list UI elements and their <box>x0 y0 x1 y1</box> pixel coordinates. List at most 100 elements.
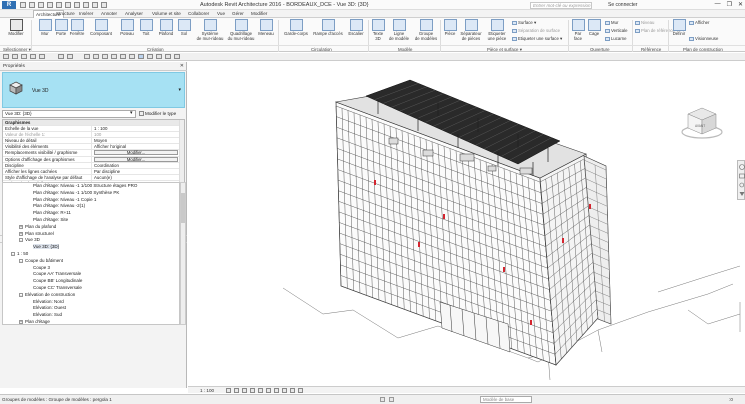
copy-icon[interactable] <box>120 54 126 59</box>
orbit-icon[interactable] <box>739 192 745 196</box>
property-value[interactable]: Par discipline <box>91 168 184 175</box>
instance-filter-select[interactable]: Vue 3D: {3D} <box>2 110 136 118</box>
select-by-face-icon[interactable] <box>30 54 36 59</box>
thin-lines-icon[interactable] <box>101 2 107 8</box>
edit-type-button[interactable]: Modifier le type <box>139 110 185 118</box>
minimize-button[interactable]: — <box>715 1 721 8</box>
tab-modifier[interactable]: Modifier <box>251 11 267 16</box>
3d-view-icon[interactable] <box>83 2 89 8</box>
property-value[interactable]: 100 <box>91 132 184 139</box>
chevron-down-icon[interactable]: ▾ <box>178 87 181 93</box>
shaft-button[interactable]: Cage <box>587 19 601 37</box>
expand-icon[interactable]: + <box>19 231 23 236</box>
stair-button[interactable]: Escalier <box>345 19 367 37</box>
properties-close-button[interactable]: ✕ <box>180 63 184 69</box>
select-links-icon[interactable] <box>3 54 9 59</box>
offset-icon[interactable] <box>93 54 99 59</box>
tab-inserer[interactable]: Insérer <box>79 11 93 16</box>
level-button[interactable]: Niveau <box>635 20 654 25</box>
sign-in-link[interactable]: Se connecter <box>608 2 637 8</box>
visual-style-icon[interactable] <box>234 388 239 393</box>
wall-opening-button[interactable]: Mur <box>605 20 618 25</box>
property-value[interactable]: Aucun(e) <box>91 174 184 181</box>
modify-button[interactable]: Modifier <box>5 19 27 37</box>
sun-path-icon[interactable] <box>242 388 247 393</box>
curtain-grid-button[interactable]: Quadrillage du mur-rideau <box>226 19 256 41</box>
viewer-button[interactable]: Visionneuse <box>689 36 718 41</box>
rotate-icon[interactable] <box>129 54 135 59</box>
collapse-icon[interactable]: - <box>19 292 23 297</box>
property-value[interactable]: 1 : 100 <box>91 126 184 133</box>
section-icon[interactable] <box>92 2 98 8</box>
window-button[interactable]: Fenêtre <box>68 19 86 37</box>
tab-volume-et-site[interactable]: Volume et site <box>152 11 181 16</box>
zoom-icon[interactable] <box>739 182 745 188</box>
reveal-hidden-icon[interactable] <box>298 388 303 393</box>
tab-gerer[interactable]: Gérer <box>232 11 244 16</box>
column-button[interactable]: Poteau <box>118 19 136 37</box>
lock-view-icon[interactable] <box>282 388 287 393</box>
selection-filter-count[interactable]: :0 <box>729 397 733 402</box>
search-input[interactable]: Entrer mot-clé ou expression <box>530 2 592 9</box>
tag-area-button[interactable]: Etiqueter une surface ▾ <box>512 36 562 42</box>
restore-button[interactable]: ❐ <box>727 1 732 8</box>
array-icon[interactable] <box>156 54 162 59</box>
align-icon[interactable] <box>84 54 90 59</box>
view-cube[interactable]: AVANT <box>680 106 724 140</box>
door-button[interactable]: Porte <box>53 19 69 37</box>
measure-icon[interactable] <box>65 2 71 8</box>
property-edit-button[interactable]: Modifier... <box>94 156 178 162</box>
area-button[interactable]: Surface ▾ <box>512 20 536 26</box>
crop-view-icon[interactable] <box>266 388 271 393</box>
revit-app-icon[interactable]: R <box>2 1 16 9</box>
view-scale[interactable]: 1 : 100 <box>200 388 214 393</box>
model-line-button[interactable]: Ligne de modèle <box>388 19 410 41</box>
set-work-plane-button[interactable]: Définir <box>671 19 687 37</box>
area-boundary-button[interactable]: Séparation de surface <box>512 28 560 33</box>
mirror-icon[interactable] <box>102 54 108 59</box>
split-icon[interactable] <box>147 54 153 59</box>
model-group-button[interactable]: Groupe de modèles <box>412 19 440 41</box>
collapse-icon[interactable]: - <box>19 238 23 243</box>
property-value[interactable]: Afficher l'original <box>91 144 184 151</box>
hide-isolate-icon[interactable] <box>290 388 295 393</box>
steering-wheel-icon[interactable] <box>739 164 745 170</box>
property-value[interactable]: Modifier... <box>91 156 184 163</box>
room-button[interactable]: Pièce <box>442 19 458 37</box>
pan-icon[interactable] <box>739 173 745 179</box>
collapse-icon[interactable]: - <box>11 252 15 256</box>
ceiling-button[interactable]: Plafond <box>155 19 177 37</box>
component-button[interactable]: Composant <box>88 19 114 37</box>
undo-icon[interactable] <box>38 2 44 8</box>
roof-button[interactable]: Toit <box>139 19 153 37</box>
tab-vue[interactable]: Vue <box>217 11 225 16</box>
close-button[interactable]: ✕ <box>738 1 743 8</box>
open-icon[interactable] <box>20 2 26 8</box>
property-value[interactable]: Modifier... <box>91 150 184 157</box>
redo-icon[interactable] <box>47 2 53 8</box>
select-underlay-icon[interactable] <box>12 54 18 59</box>
select-pinned-icon[interactable] <box>21 54 27 59</box>
worksets-icon[interactable] <box>380 397 385 402</box>
property-edit-button[interactable]: Modifier... <box>94 150 178 156</box>
dormer-button[interactable]: Lucarne <box>605 36 627 41</box>
trim-icon[interactable] <box>138 54 144 59</box>
tab-structure[interactable]: Structure <box>56 11 75 16</box>
ramp-button[interactable]: Rampe d'accès <box>311 19 345 37</box>
by-face-button[interactable]: Par face <box>571 19 585 41</box>
vertical-opening-button[interactable]: Verticale <box>605 28 627 33</box>
show-work-plane-button[interactable]: Afficher <box>689 20 710 25</box>
curtain-system-button[interactable]: Système de mur-rideau <box>193 19 227 41</box>
main-model-select[interactable]: Modèle de base <box>480 396 532 403</box>
room-separator-button[interactable]: Séparateur de pièces <box>457 19 485 41</box>
expand-icon[interactable]: + <box>19 224 23 229</box>
text-icon[interactable] <box>74 2 80 8</box>
detail-level-icon[interactable] <box>226 388 231 393</box>
tab-annoter[interactable]: Annoter <box>101 11 117 16</box>
wall-button[interactable]: Mur <box>37 19 53 37</box>
scrollbar-thumb[interactable] <box>181 193 185 223</box>
3d-viewport[interactable] <box>188 62 745 381</box>
browser-tree-item[interactable]: Vue 3D: {3D} <box>33 244 60 251</box>
mullion-button[interactable]: Meneau <box>256 19 276 37</box>
model-text-button[interactable]: Texte 3D <box>371 19 385 41</box>
